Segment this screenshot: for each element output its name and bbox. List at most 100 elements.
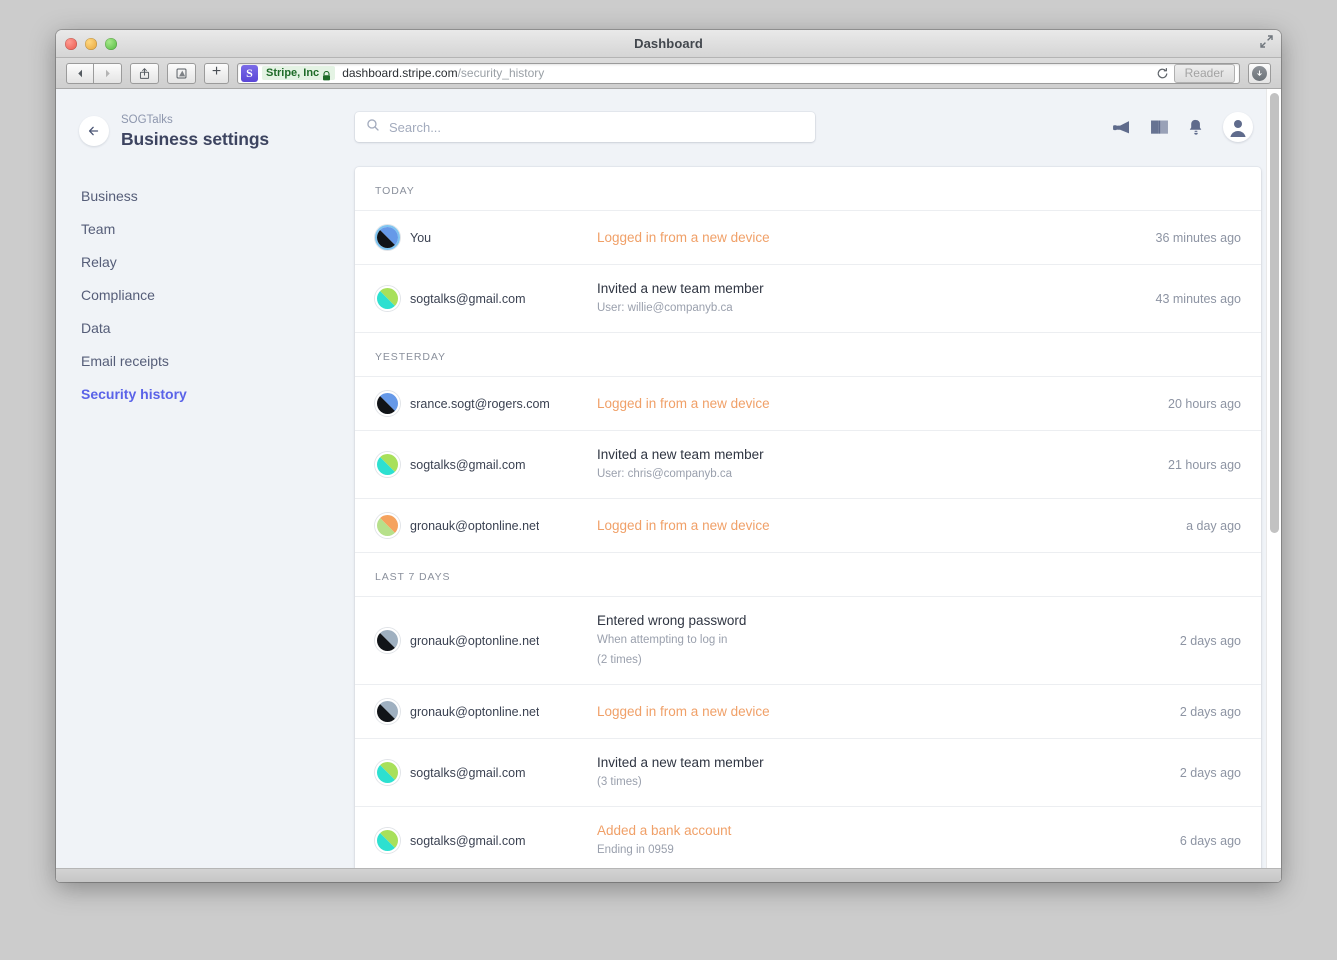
security-history-card: TODAY You Logged in from a new device 36 mi… <box>355 167 1261 880</box>
sidebar-item-label: Data <box>81 320 111 336</box>
window-bottom-scrollbar[interactable] <box>56 868 1281 882</box>
nav-button-group <box>66 62 122 84</box>
bell-icon[interactable] <box>1188 119 1204 136</box>
search-input[interactable] <box>389 119 804 135</box>
event-timestamp: a day ago <box>1186 518 1241 533</box>
event-title: Logged in from a new device <box>597 518 770 533</box>
security-event-row[interactable]: sogtalks@gmail.com Invited a new team mem… <box>355 739 1261 807</box>
security-event-row[interactable]: srance.sogt@rogers.com Logged in from a n… <box>355 377 1261 431</box>
event-subtitle: When attempting to log in <box>597 634 728 646</box>
security-event-row[interactable]: sogtalks@gmail.com Added a bank account En… <box>355 807 1261 875</box>
security-event-row[interactable]: sogtalks@gmail.com Invited a new team mem… <box>355 265 1261 333</box>
search-icon <box>366 118 380 137</box>
event-user: gronauk@optonline.net <box>375 513 597 538</box>
sidebar-item-label: Relay <box>81 254 117 270</box>
back-arrow-icon[interactable] <box>79 116 109 146</box>
event-title: Logged in from a new device <box>597 396 770 411</box>
event-title: Invited a new team member <box>597 447 764 462</box>
event-timestamp: 2 days ago <box>1179 704 1241 719</box>
security-event-row[interactable]: sogtalks@gmail.com Invited a new team mem… <box>355 431 1261 499</box>
megaphone-icon[interactable] <box>1112 120 1131 135</box>
browser-toolbar: + S Stripe, Inc dashboard.stripe.com/sec… <box>56 58 1281 89</box>
sidebar-item-security-history[interactable]: Security history <box>79 378 335 411</box>
reader-button[interactable]: Reader <box>1173 63 1235 83</box>
event-user: sogtalks@gmail.com <box>375 286 597 311</box>
user-identicon <box>375 628 400 653</box>
sidebar-header: SOGTalks Business settings <box>79 111 335 150</box>
reload-icon[interactable] <box>1152 64 1174 83</box>
page-scrollbar-thumb[interactable] <box>1270 93 1279 533</box>
sidebar-item-team[interactable]: Team <box>79 213 335 246</box>
event-user-label: sogtalks@gmail.com <box>410 765 526 780</box>
section-header: TODAY <box>355 167 1261 211</box>
reading-list-button[interactable] <box>167 62 196 84</box>
new-tab-button[interactable]: + <box>204 62 229 84</box>
sidebar-title-group: SOGTalks Business settings <box>121 111 269 150</box>
browser-window: Dashboard + S Stripe, Inc dashboard.stri… <box>56 30 1281 882</box>
event-user-label: srance.sogt@rogers.com <box>410 396 550 411</box>
event-body: Logged in from a new device <box>597 228 1140 247</box>
event-title: Logged in from a new device <box>597 704 770 719</box>
event-user-label: gronauk@optonline.net <box>410 633 540 648</box>
section-header: LAST 7 DAYS <box>355 553 1261 597</box>
security-event-row[interactable]: gronauk@optonline.net Logged in from a ne… <box>355 499 1261 553</box>
event-body: Logged in from a new device <box>597 702 1164 721</box>
sidebar-item-compliance[interactable]: Compliance <box>79 279 335 312</box>
event-timestamp: 2 days ago <box>1179 633 1241 648</box>
user-identicon <box>375 699 400 724</box>
sidebar-item-email-receipts[interactable]: Email receipts <box>79 345 335 378</box>
event-body: Invited a new team member User: willie@co… <box>597 279 1140 318</box>
event-body: Logged in from a new device <box>597 516 1170 535</box>
ev-certificate-name: Stripe, Inc <box>266 67 320 79</box>
address-bar[interactable]: S Stripe, Inc dashboard.stripe.com/secur… <box>237 62 1240 84</box>
dashboard-topbar <box>355 107 1261 147</box>
download-arrow-icon <box>1252 65 1267 81</box>
event-title: Added a bank account <box>597 823 732 838</box>
page-title: Business settings <box>121 129 270 149</box>
share-button[interactable] <box>130 62 159 84</box>
search-box[interactable] <box>355 112 815 142</box>
downloads-button[interactable] <box>1248 62 1271 84</box>
ev-certificate-badge[interactable]: Stripe, Inc <box>262 66 336 81</box>
sidebar-nav: Business Team Relay Compliance Data Email rec… <box>79 180 335 411</box>
page-scrollbar[interactable] <box>1266 89 1281 880</box>
user-identicon <box>375 452 400 477</box>
forward-button[interactable] <box>94 62 122 84</box>
event-subtitle: (2 times) <box>597 654 642 666</box>
event-subtitle: Ending in 0959 <box>597 844 674 856</box>
event-subtitle: (3 times) <box>597 776 642 788</box>
event-body: Added a bank account Ending in 0959 <box>597 821 1164 860</box>
avatar[interactable] <box>1223 112 1253 142</box>
event-user-label: gronauk@optonline.net <box>410 704 540 719</box>
back-button[interactable] <box>66 62 94 84</box>
page-viewport: SOGTalks Business settings Business Team R… <box>56 89 1281 880</box>
event-title: Invited a new team member <box>597 281 764 296</box>
event-timestamp: 21 hours ago <box>1168 457 1241 472</box>
event-body: Logged in from a new device <box>597 394 1152 413</box>
user-identicon <box>375 828 400 853</box>
security-event-row[interactable]: gronauk@optonline.net Logged in from a ne… <box>355 685 1261 739</box>
event-body: Entered wrong password When attempting to… <box>597 611 1164 670</box>
fullscreen-icon[interactable] <box>1259 34 1274 49</box>
event-user-label: sogtalks@gmail.com <box>410 291 526 306</box>
sidebar-item-relay[interactable]: Relay <box>79 246 335 279</box>
security-event-row[interactable]: You Logged in from a new device 36 minutes… <box>355 211 1261 265</box>
sidebar-item-data[interactable]: Data <box>79 312 335 345</box>
event-timestamp: 6 days ago <box>1179 833 1241 848</box>
security-event-row[interactable]: gronauk@optonline.net Entered wrong passw… <box>355 597 1261 685</box>
event-user: gronauk@optonline.net <box>375 628 597 653</box>
event-title: Logged in from a new device <box>597 230 770 245</box>
event-title: Entered wrong password <box>597 613 747 628</box>
event-subtitle: User: willie@companyb.ca <box>597 302 733 314</box>
sidebar-item-business[interactable]: Business <box>79 180 335 213</box>
user-identicon <box>375 760 400 785</box>
event-timestamp: 43 minutes ago <box>1155 291 1241 306</box>
desktop-background: Dashboard + S Stripe, Inc dashboard.stri… <box>0 0 1337 960</box>
event-user: sogtalks@gmail.com <box>375 760 597 785</box>
account-name: SOGTalks <box>121 114 173 126</box>
event-user: sogtalks@gmail.com <box>375 452 597 477</box>
event-user-label: gronauk@optonline.net <box>410 518 540 533</box>
book-icon[interactable] <box>1150 119 1169 135</box>
user-identicon <box>375 286 400 311</box>
lock-icon <box>322 68 331 81</box>
